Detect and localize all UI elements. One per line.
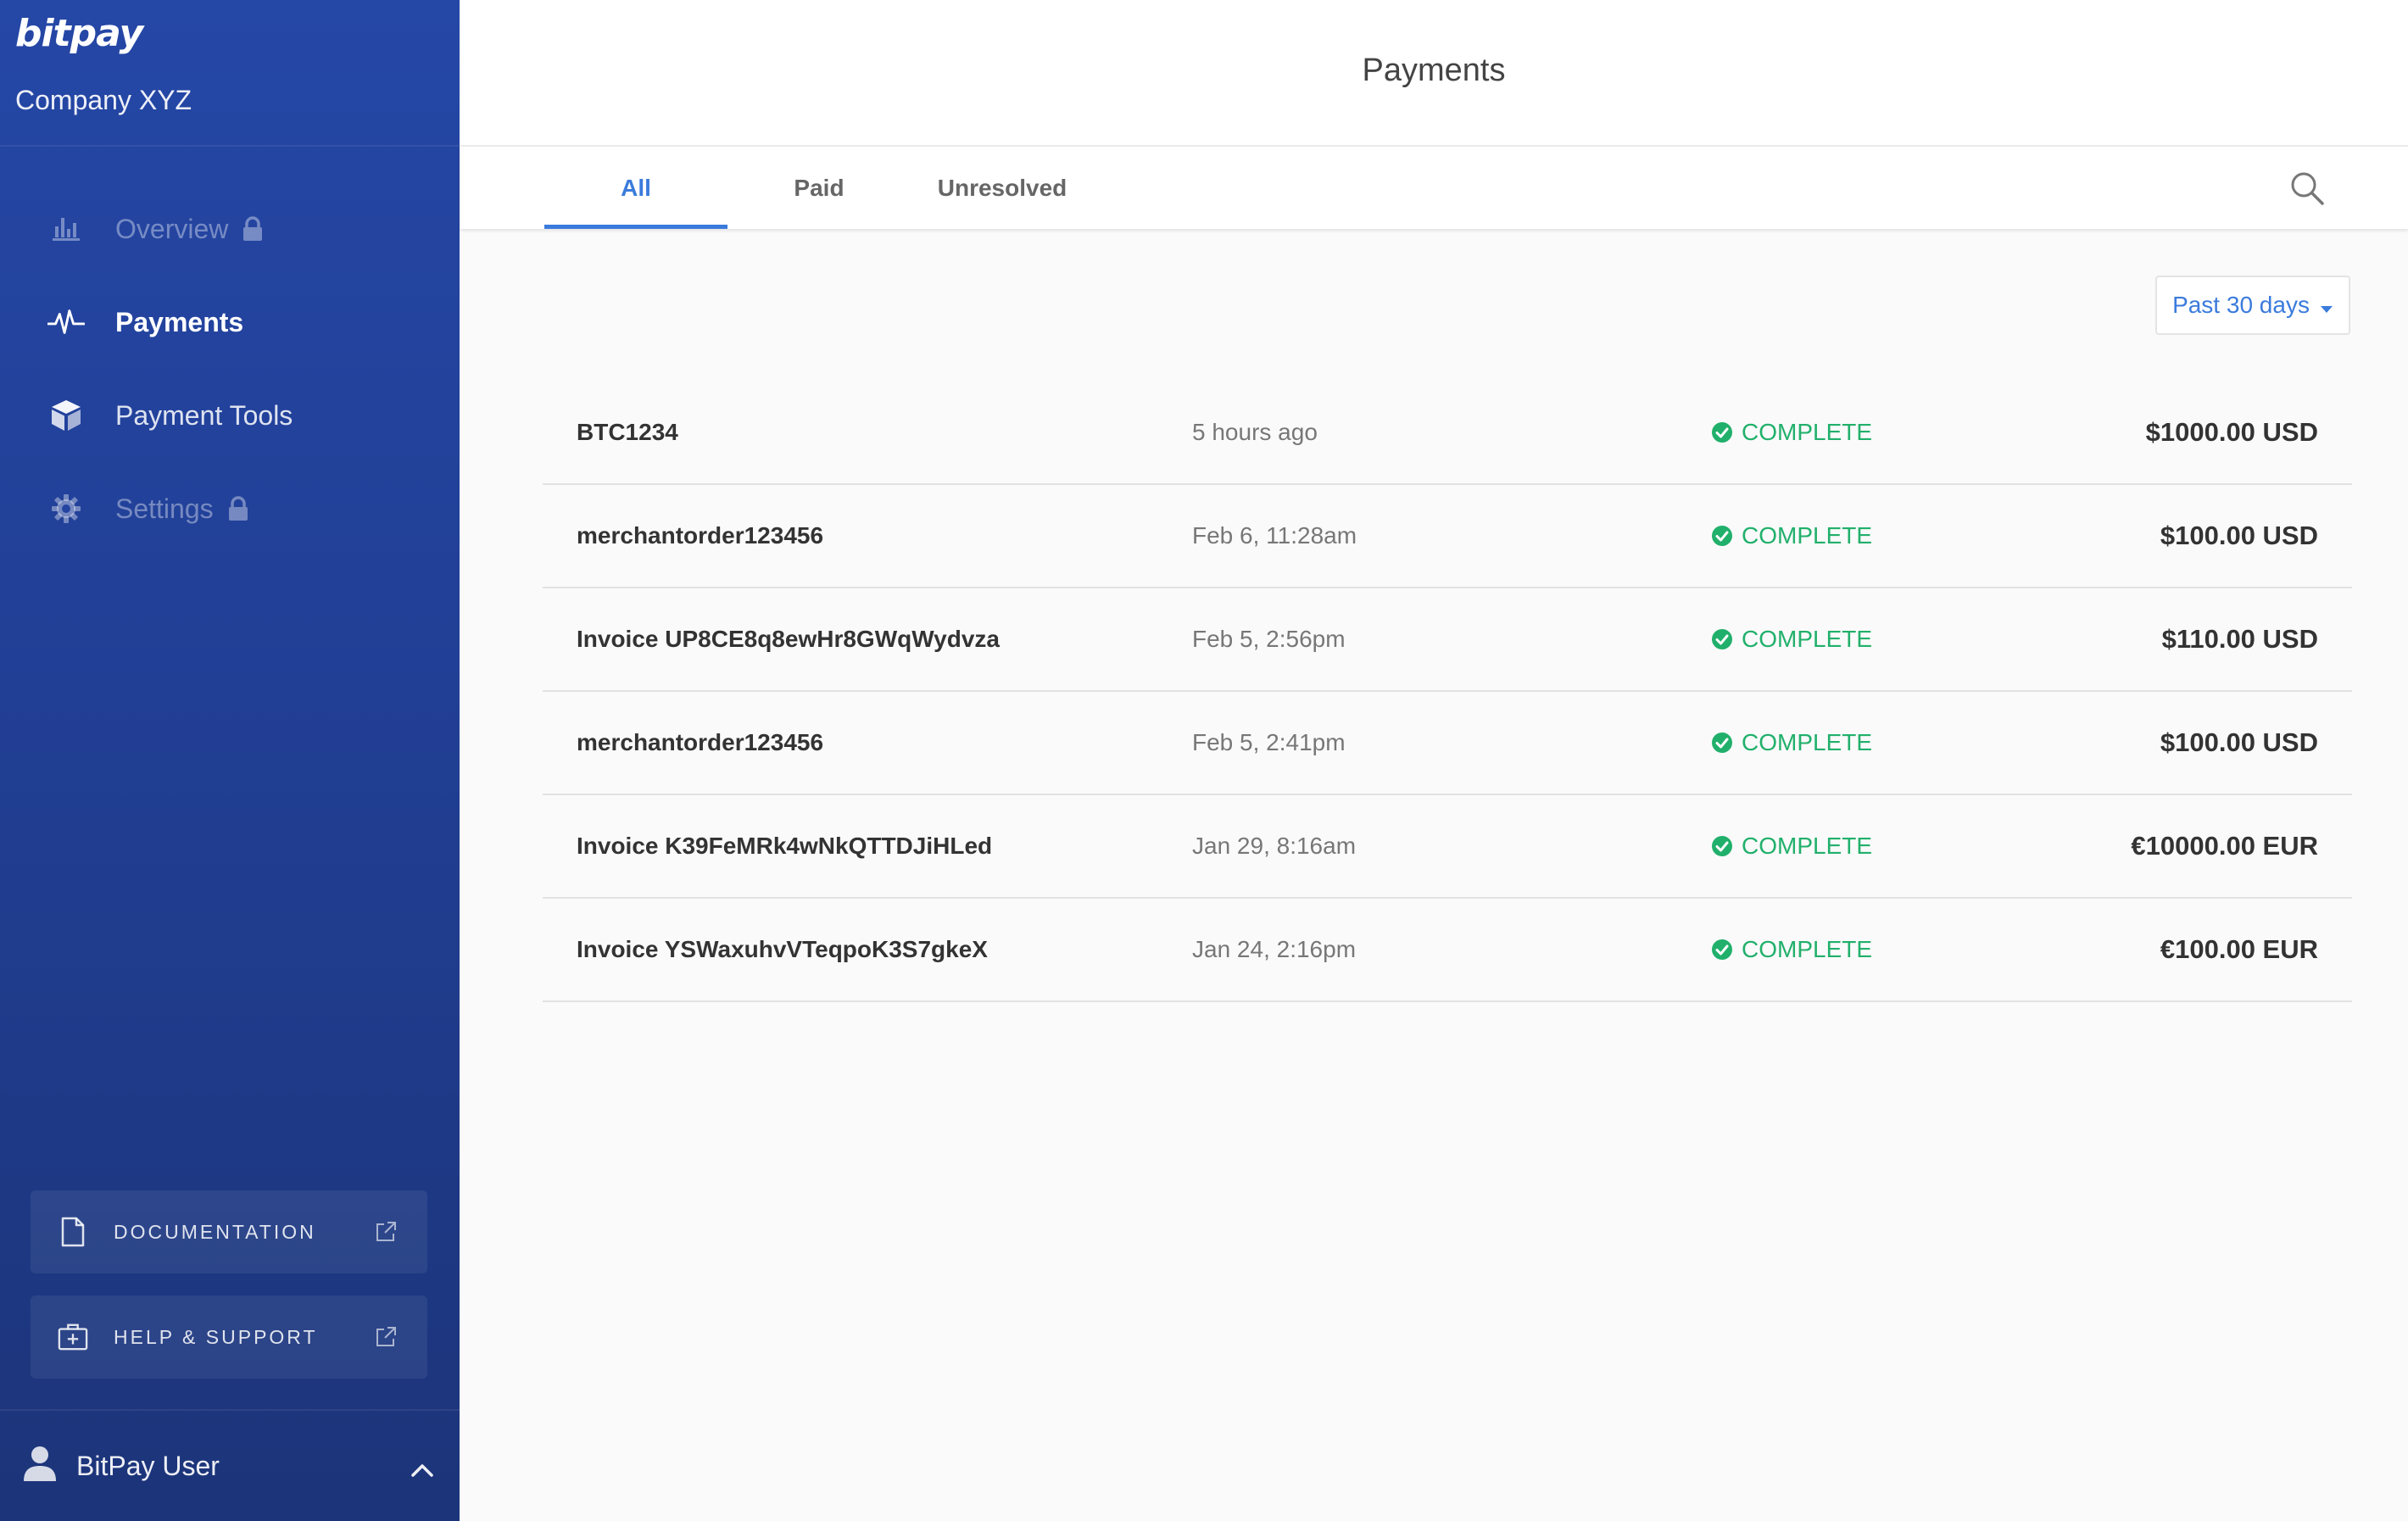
sidebar-item-settings[interactable]: Settings: [0, 462, 460, 555]
pulse-icon: [47, 304, 85, 341]
bitpay-logo[interactable]: bitpay: [15, 12, 143, 55]
table-row[interactable]: Invoice UP8CE8q8ewHr8GWqWydvza Feb 5, 2:…: [543, 588, 2352, 692]
sidebar-nav: Overview Payments Payment Tools Settings: [0, 182, 460, 555]
status-badge: COMPLETE: [1711, 795, 1872, 897]
check-circle-icon: [1711, 628, 1733, 650]
payment-date: Jan 29, 8:16am: [1192, 833, 1357, 859]
status-badge: COMPLETE: [1711, 588, 1872, 690]
external-link-icon: [375, 1221, 397, 1248]
payment-date: Feb 5, 2:41pm: [1192, 729, 1346, 755]
status-badge: COMPLETE: [1711, 382, 1872, 483]
tab-bar: All Paid Unresolved: [460, 147, 2408, 229]
status-text: COMPLETE: [1742, 729, 1873, 755]
caret-down-icon: [2320, 292, 2333, 320]
date-range-label: Past 30 days: [2172, 292, 2310, 318]
lock-icon: [242, 216, 264, 242]
check-circle-icon: [1711, 732, 1733, 754]
payment-amount: $110.00 USD: [2161, 624, 2318, 654]
sidebar-item-label: Settings: [115, 493, 214, 524]
payment-date: 5 hours ago: [1192, 419, 1318, 445]
user-avatar-icon: [22, 1444, 58, 1488]
payment-date: Feb 5, 2:56pm: [1192, 626, 1346, 652]
top-header: Payments: [460, 0, 2408, 147]
external-link-icon: [375, 1326, 397, 1353]
payment-id: merchantorder123456: [577, 522, 824, 549]
page-title: Payments: [1362, 53, 1506, 88]
table-row[interactable]: Invoice K39FeMRk4wNkQTTDJiHLed Jan 29, 8…: [543, 795, 2352, 899]
status-badge: COMPLETE: [1711, 692, 1872, 794]
payment-amount: $100.00 USD: [2160, 521, 2318, 550]
sidebar-item-label: Payment Tools: [115, 399, 293, 431]
payment-amount: €100.00 EUR: [2160, 934, 2318, 964]
search-icon[interactable]: [2289, 170, 2325, 210]
user-name: BitPay User: [76, 1450, 220, 1481]
table-row[interactable]: BTC1234 5 hours ago COMPLETE $1000.00 US…: [543, 382, 2352, 485]
status-text: COMPLETE: [1742, 626, 1873, 652]
cube-icon: [47, 397, 85, 434]
payment-id: Invoice UP8CE8q8ewHr8GWqWydvza: [577, 626, 1000, 652]
payment-date: Jan 24, 2:16pm: [1192, 936, 1357, 962]
first-aid-kit-icon: [58, 1320, 88, 1354]
payment-amount: $1000.00 USD: [2145, 417, 2318, 447]
tab-all[interactable]: All: [544, 147, 727, 229]
bar-chart-icon: [47, 210, 85, 248]
check-circle-icon: [1711, 421, 1733, 443]
tab-unresolved[interactable]: Unresolved: [911, 147, 1094, 229]
documentation-label: DOCUMENTATION: [114, 1220, 316, 1243]
payments-table: BTC1234 5 hours ago COMPLETE $1000.00 US…: [543, 382, 2352, 1002]
help-support-label: HELP & SUPPORT: [114, 1325, 318, 1348]
documentation-button[interactable]: DOCUMENTATION: [31, 1190, 427, 1273]
payment-id: Invoice YSWaxuhvVTeqpoK3S7gkeX: [577, 936, 988, 962]
status-badge: COMPLETE: [1711, 899, 1872, 1000]
sidebar-item-payment-tools[interactable]: Payment Tools: [0, 369, 460, 462]
date-range-dropdown[interactable]: Past 30 days: [2155, 276, 2350, 335]
lock-icon: [227, 496, 249, 521]
table-row[interactable]: merchantorder123456 Feb 6, 11:28am COMPL…: [543, 485, 2352, 588]
status-text: COMPLETE: [1742, 522, 1873, 549]
brand-area: bitpay Company XYZ: [0, 0, 460, 147]
company-name: Company XYZ: [15, 85, 192, 115]
table-row[interactable]: merchantorder123456 Feb 5, 2:41pm COMPLE…: [543, 692, 2352, 795]
status-text: COMPLETE: [1742, 833, 1873, 859]
payment-date: Feb 6, 11:28am: [1192, 522, 1357, 549]
gear-icon: [47, 490, 85, 527]
status-badge: COMPLETE: [1711, 485, 1872, 587]
check-circle-icon: [1711, 939, 1733, 961]
document-icon: [58, 1215, 88, 1249]
help-support-button[interactable]: HELP & SUPPORT: [31, 1295, 427, 1379]
payment-id: merchantorder123456: [577, 729, 824, 755]
payment-id: BTC1234: [577, 419, 678, 445]
chevron-up-icon[interactable]: [410, 1453, 434, 1485]
payment-amount: $100.00 USD: [2160, 727, 2318, 757]
status-text: COMPLETE: [1742, 419, 1873, 445]
user-menu[interactable]: BitPay User: [0, 1409, 460, 1521]
status-text: COMPLETE: [1742, 936, 1873, 962]
tab-paid[interactable]: Paid: [727, 147, 911, 229]
sidebar-item-overview[interactable]: Overview: [0, 182, 460, 276]
check-circle-icon: [1711, 835, 1733, 857]
check-circle-icon: [1711, 525, 1733, 547]
sidebar-item-label: Overview: [115, 213, 229, 244]
main-content: Payments All Paid Unresolved Past 30 day…: [460, 0, 2408, 1521]
sidebar-item-payments[interactable]: Payments: [0, 276, 460, 369]
sidebar: bitpay Company XYZ Overview Payments Pay…: [0, 0, 460, 1521]
sidebar-item-label: Payments: [115, 306, 244, 337]
payment-amount: €10000.00 EUR: [2131, 831, 2318, 861]
payment-id: Invoice K39FeMRk4wNkQTTDJiHLed: [577, 833, 993, 859]
table-row[interactable]: Invoice YSWaxuhvVTeqpoK3S7gkeX Jan 24, 2…: [543, 899, 2352, 1002]
